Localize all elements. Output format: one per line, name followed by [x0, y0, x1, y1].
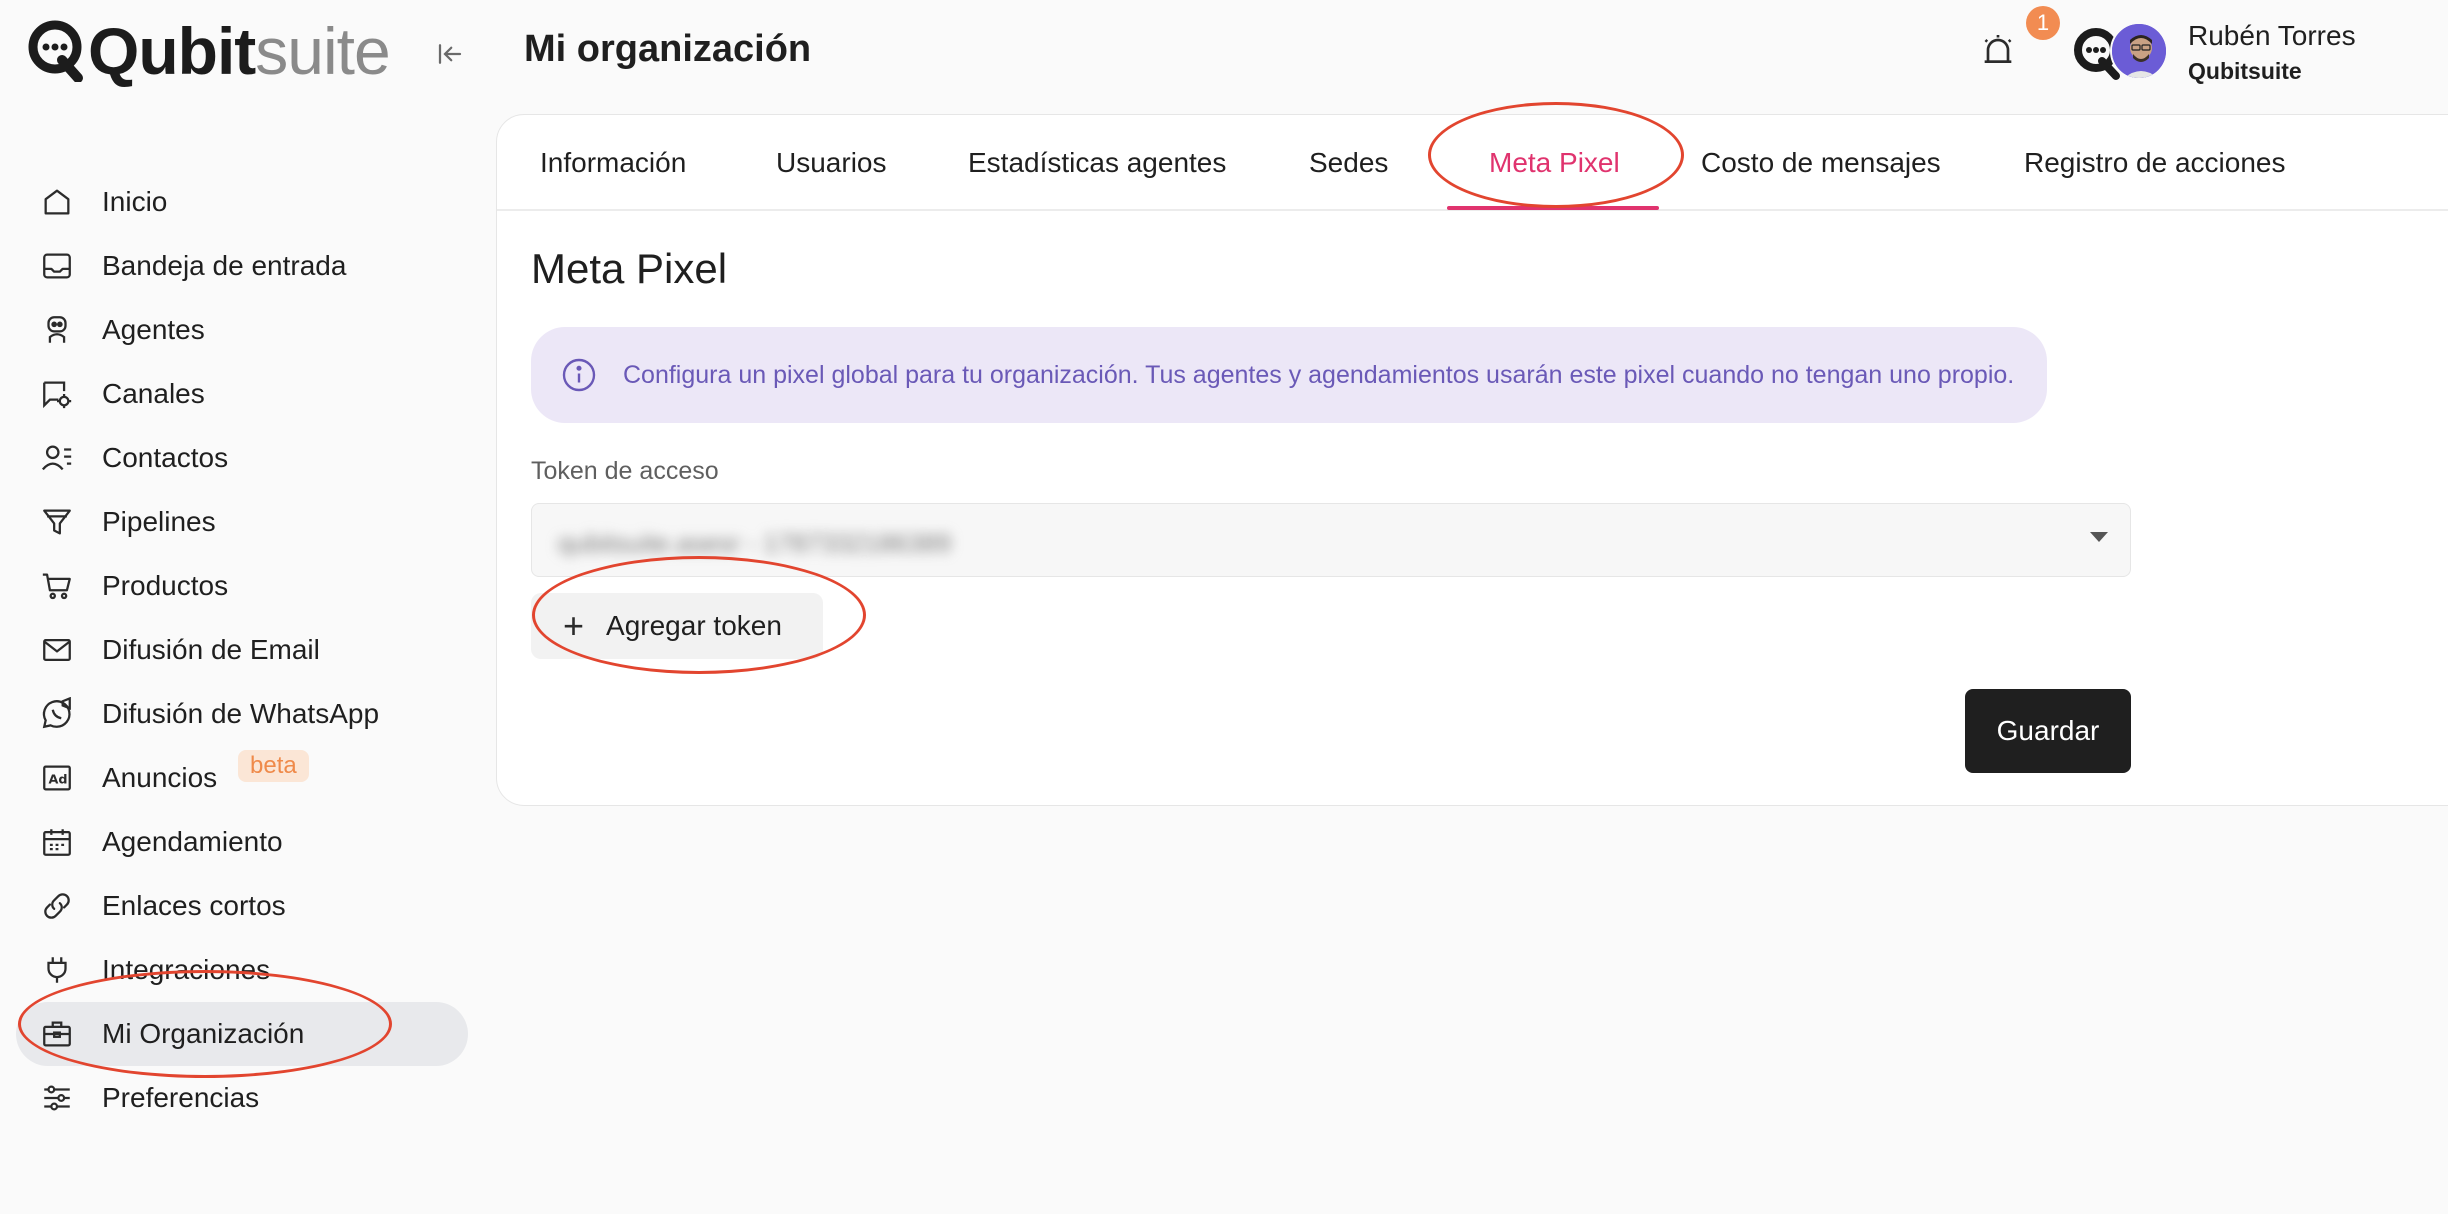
alarm-bell-icon [1984, 35, 2012, 64]
sidebar-item-label: Canales [102, 378, 205, 409]
brand-name-part1: Qubit [88, 14, 256, 88]
sidebar-item-enlaces[interactable]: Enlaces cortos [16, 874, 468, 938]
sidebar-item-label: Bandeja de entrada [102, 250, 347, 281]
sidebar-item-pipelines[interactable]: Pipelines [16, 490, 468, 554]
notifications-button[interactable] [1978, 30, 2018, 70]
user-photo-icon [2112, 24, 2166, 78]
chat-settings-icon [38, 375, 76, 413]
sidebar-item-preferencias[interactable]: Preferencias [16, 1066, 468, 1130]
token-field-label: Token de acceso [531, 457, 719, 485]
sidebar-item-agentes[interactable]: Agentes [16, 298, 468, 362]
brand-name-part2: suite [255, 14, 390, 88]
sidebar-item-label: Difusión de Email [102, 634, 320, 665]
sidebar-item-difusion-whatsapp[interactable]: Difusión de WhatsApp [16, 682, 468, 746]
svg-text:Ad: Ad [49, 773, 68, 788]
plug-icon [38, 951, 76, 989]
sidebar-item-label: Integraciones [102, 954, 271, 985]
qubit-logo-icon [28, 20, 86, 82]
user-avatar[interactable] [2110, 22, 2168, 80]
collapse-sidebar-button[interactable] [432, 36, 468, 72]
ad-icon: Ad [38, 759, 76, 797]
briefcase-icon [38, 1015, 76, 1053]
tab-usuarios[interactable]: Usuarios [776, 115, 886, 211]
sidebar-item-contactos[interactable]: Contactos [16, 426, 468, 490]
sidebar-item-label: Mi Organización [102, 1018, 305, 1049]
tab-registro-acciones[interactable]: Registro de acciones [2024, 115, 2285, 211]
token-select[interactable]: qubitsuite.asesr - 1787332186389 [531, 503, 2131, 577]
collapse-left-icon [438, 44, 462, 64]
active-tab-indicator [1447, 206, 1659, 210]
sidebar-nav: Inicio Bandeja de entrada Agentes Canale… [16, 170, 468, 1130]
sidebar-item-label: Agendamiento [102, 826, 283, 857]
user-organization: Qubitsuite [2188, 58, 2302, 84]
inbox-icon [38, 247, 76, 285]
calendar-icon [38, 823, 76, 861]
save-button[interactable]: Guardar [1965, 689, 2131, 773]
add-token-button[interactable]: + Agregar token [531, 593, 823, 659]
tab-bar: Información Usuarios Estadísticas agente… [497, 115, 2448, 211]
beta-badge: beta [238, 750, 309, 782]
funnel-icon [38, 503, 76, 541]
tab-informacion[interactable]: Información [540, 115, 686, 211]
sidebar-item-label: Pipelines [102, 506, 216, 537]
user-name[interactable]: Rubén Torres [2188, 20, 2356, 52]
info-icon [562, 358, 596, 392]
sidebar-item-mi-organizacion[interactable]: Mi Organización [16, 1002, 468, 1066]
tab-costo-mensajes[interactable]: Costo de mensajes [1701, 115, 1941, 211]
plus-icon: + [563, 605, 585, 646]
sidebar-item-productos[interactable]: Productos [16, 554, 468, 618]
contacts-icon [38, 439, 76, 477]
organization-card: Información Usuarios Estadísticas agente… [496, 114, 2448, 806]
sidebar-item-label: Contactos [102, 442, 229, 473]
sidebar-item-canales[interactable]: Canales [16, 362, 468, 426]
info-text: Configura un pixel global para tu organi… [623, 360, 2015, 389]
sidebar-item-bandeja[interactable]: Bandeja de entrada [16, 234, 468, 298]
page-title: Mi organización [524, 28, 812, 70]
mail-icon [38, 631, 76, 669]
link-icon [38, 887, 76, 925]
whatsapp-megaphone-icon [38, 695, 76, 733]
tab-estadisticas-agentes[interactable]: Estadísticas agentes [968, 115, 1226, 211]
token-select-value: qubitsuite.asesr - 1787332186389 [558, 528, 952, 558]
sidebar-item-label: Productos [102, 570, 229, 601]
sidebar-item-label: Agentes [102, 314, 205, 345]
sidebar-item-label: Inicio [102, 186, 168, 217]
add-token-label: Agregar token [606, 610, 782, 641]
sidebar-item-label: Preferencias [102, 1082, 260, 1113]
sidebar-item-difusion-email[interactable]: Difusión de Email [16, 618, 468, 682]
sidebar-item-label: Difusión de WhatsApp [102, 698, 380, 729]
info-alert: Configura un pixel global para tu organi… [531, 327, 2047, 423]
tab-meta-pixel[interactable]: Meta Pixel [1489, 115, 1620, 211]
tab-sedes[interactable]: Sedes [1309, 115, 1388, 211]
chevron-down-icon [2090, 532, 2108, 542]
app-root: Qubit suite Inicio Bandeja de entrada Age [0, 0, 2448, 1214]
brand-logo[interactable]: Qubit suite [28, 14, 391, 88]
robot-icon [38, 311, 76, 349]
sliders-icon [38, 1079, 76, 1117]
notification-count-badge: 1 [2026, 6, 2060, 40]
sidebar-item-integraciones[interactable]: Integraciones [16, 938, 468, 1002]
sidebar-item-label: Enlaces cortos [102, 890, 286, 921]
sidebar-item-label: Anuncios [102, 762, 218, 793]
home-icon [38, 183, 76, 221]
section-title: Meta Pixel [531, 245, 728, 292]
sidebar-item-agendamiento[interactable]: Agendamiento [16, 810, 468, 874]
sidebar-item-inicio[interactable]: Inicio [16, 170, 468, 234]
sidebar-item-anuncios[interactable]: Ad Anuncios beta [16, 746, 468, 810]
cart-icon [38, 567, 76, 605]
